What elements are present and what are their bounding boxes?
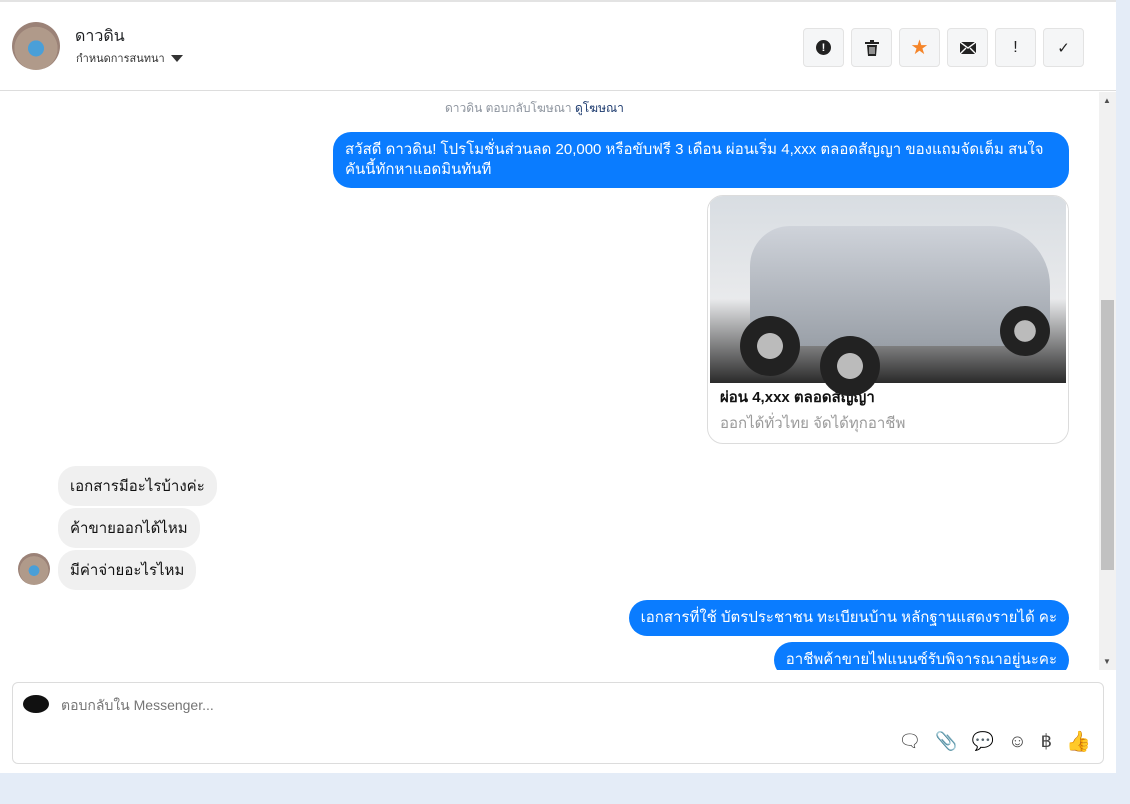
- ad-card[interactable]: ผ่อน 4,xxx ตลอดสัญญา ออกได้ทั่วไทย จัดได…: [707, 195, 1069, 444]
- card-title: ผ่อน 4,xxx ตลอดสัญญา: [720, 389, 875, 406]
- outgoing-message: สวัสดี ดาวดิน! โปรโมชั่นส่วนลด 20,000 หร…: [333, 132, 1069, 188]
- incoming-message: เอกสารมีอะไรบ้างค่ะ: [58, 466, 217, 506]
- baht-icon[interactable]: ฿: [1041, 731, 1052, 752]
- conversation-header: ดาวดิน กำหนดการสนทนา ! ★ ! ✓: [0, 2, 1116, 91]
- important-button[interactable]: !: [995, 28, 1036, 67]
- ad-reply-note: ดาวดิน ตอบกลับโฆษณา ดูโฆษณา: [445, 99, 624, 118]
- view-ad-link[interactable]: ดูโฆษณา: [575, 101, 624, 115]
- scrollbar-thumb[interactable]: [1101, 300, 1114, 570]
- conversation-panel: ดาวดิน กำหนดการสนทนา ! ★ ! ✓ ดาวดิน ตอบก…: [0, 0, 1116, 773]
- incoming-message: มีค่าจ่ายอะไรไหม: [58, 550, 197, 590]
- emoji-icon[interactable]: ☺: [1008, 731, 1026, 752]
- report-button[interactable]: !: [803, 28, 844, 67]
- check-icon: ✓: [1057, 39, 1070, 57]
- caret-down-icon: [170, 54, 183, 62]
- message-scrollbar[interactable]: ▲ ▼: [1099, 92, 1116, 670]
- done-button[interactable]: ✓: [1043, 28, 1084, 67]
- outgoing-message: เอกสารที่ใช้ บัตรประชาชน ทะเบียนบ้าน หลั…: [628, 600, 1069, 636]
- delete-button[interactable]: [851, 28, 892, 67]
- sender-avatar: [18, 553, 50, 585]
- star-button[interactable]: ★: [899, 28, 940, 67]
- trash-icon: [864, 39, 879, 56]
- message-list: ดาวดิน ตอบกลับโฆษณา ดูโฆษณา สวัสดี ดาวดิ…: [0, 92, 1099, 670]
- card-subtitle: ออกได้ทั่วไทย จัดได้ทุกอาชีพ: [720, 415, 906, 432]
- car-image: [708, 196, 1068, 396]
- like-icon[interactable]: 👍: [1066, 729, 1091, 754]
- contact-avatar[interactable]: [12, 22, 60, 70]
- ad-reply-text: ดาวดิน ตอบกลับโฆษณา: [445, 101, 572, 115]
- contact-name: ดาวดิน: [75, 28, 125, 45]
- page-logo: [23, 695, 49, 713]
- reply-composer: 🗨 📎 💬 ☺ ฿ 👍: [12, 682, 1104, 764]
- star-icon: ★: [910, 37, 929, 59]
- mark-unread-button[interactable]: [947, 28, 988, 67]
- schedule-label: กำหนดการสนทนา: [76, 53, 165, 65]
- envelope-icon: [959, 41, 976, 54]
- exclamation-icon: !: [1013, 38, 1018, 56]
- saved-reply-icon[interactable]: 🗨: [899, 731, 922, 752]
- alert-circle-icon: !: [816, 40, 831, 55]
- scroll-down-icon[interactable]: ▼: [1103, 657, 1111, 666]
- reply-input[interactable]: [61, 697, 661, 713]
- quick-reply-icon[interactable]: 💬: [972, 731, 994, 752]
- outgoing-message: อาชีพค้าขายไฟแนนซ์รับพิจารณาอยู่นะคะ: [773, 642, 1069, 670]
- incoming-message: ค้าขายออกได้ไหม: [58, 508, 200, 548]
- attach-icon[interactable]: 📎: [935, 731, 957, 752]
- scroll-up-icon[interactable]: ▲: [1103, 96, 1111, 105]
- schedule-dropdown[interactable]: กำหนดการสนทนา: [76, 49, 183, 67]
